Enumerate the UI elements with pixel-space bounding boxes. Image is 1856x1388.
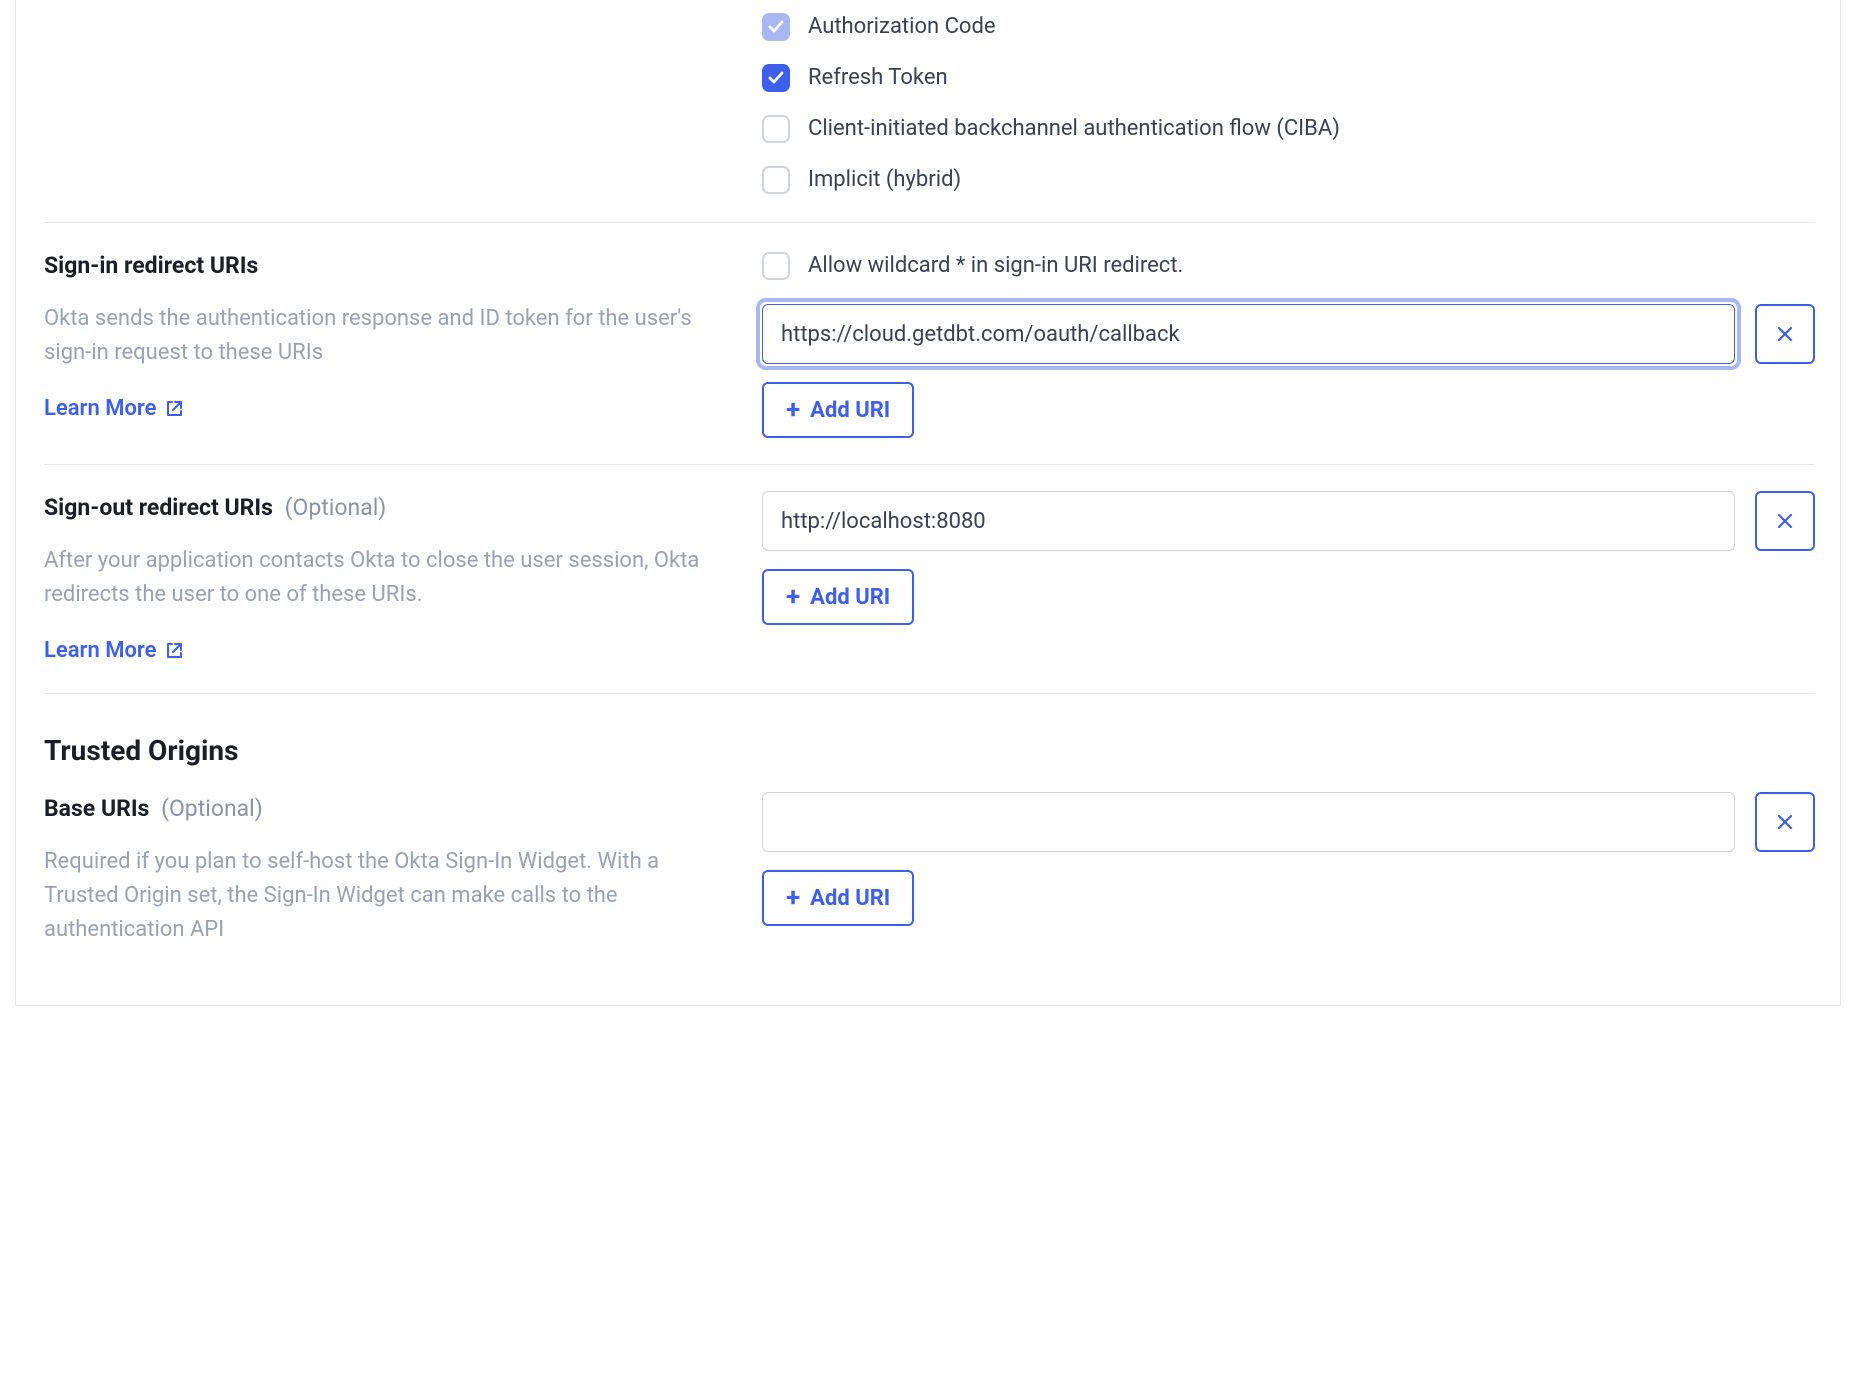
add-uri-label: Add URI <box>810 398 890 423</box>
signout-redirect-desc: After your application contacts Okta to … <box>44 544 732 612</box>
signin-add-uri-button[interactable]: + Add URI <box>762 382 914 438</box>
learn-more-label: Learn More <box>44 392 156 425</box>
base-uris-desc: Required if you plan to self-host the Ok… <box>44 845 732 947</box>
signin-redirect-title: Sign-in redirect URIs <box>44 249 732 284</box>
signin-learn-more-link[interactable]: Learn More <box>44 392 183 425</box>
signout-title-text: Sign-out redirect URIs <box>44 494 273 521</box>
checkbox-empty-icon <box>762 252 790 280</box>
grant-type-label: Refresh Token <box>808 61 948 94</box>
optional-label: (Optional) <box>161 795 263 822</box>
wildcard-label: Allow wildcard * in sign-in URI redirect… <box>808 249 1183 282</box>
checkbox-empty-icon <box>762 166 790 194</box>
signout-redirect-title: Sign-out redirect URIs (Optional) <box>44 491 732 526</box>
signout-uri-input[interactable] <box>762 491 1735 551</box>
base-uris-title-text: Base URIs <box>44 795 149 822</box>
add-uri-label: Add URI <box>810 886 890 911</box>
trusted-origins-heading: Trusted Origins <box>44 730 1785 772</box>
signout-uri-delete-button[interactable] <box>1755 491 1815 551</box>
grant-type-refresh-token[interactable]: Refresh Token <box>762 61 1815 94</box>
plus-icon: + <box>786 584 800 610</box>
grant-type-label: Client-initiated backchannel authenticat… <box>808 112 1340 145</box>
learn-more-label: Learn More <box>44 634 156 667</box>
signout-learn-more-link[interactable]: Learn More <box>44 634 183 667</box>
plus-icon: + <box>786 397 800 423</box>
external-link-icon <box>166 642 183 659</box>
grant-type-label: Implicit (hybrid) <box>808 163 961 196</box>
wildcard-checkbox[interactable]: Allow wildcard * in sign-in URI redirect… <box>762 249 1815 282</box>
base-uri-input[interactable] <box>762 792 1735 852</box>
checkbox-empty-icon <box>762 115 790 143</box>
close-icon <box>1776 813 1794 831</box>
optional-label: (Optional) <box>285 494 387 521</box>
close-icon <box>1776 325 1794 343</box>
base-uris-title: Base URIs (Optional) <box>44 792 732 827</box>
grant-type-ciba[interactable]: Client-initiated backchannel authenticat… <box>762 112 1815 145</box>
signin-uri-delete-button[interactable] <box>1755 304 1815 364</box>
add-uri-label: Add URI <box>810 585 890 610</box>
external-link-icon <box>166 400 183 417</box>
signout-add-uri-button[interactable]: + Add URI <box>762 569 914 625</box>
grant-type-implicit[interactable]: Implicit (hybrid) <box>762 163 1815 196</box>
plus-icon: + <box>786 885 800 911</box>
base-add-uri-button[interactable]: + Add URI <box>762 870 914 926</box>
grant-type-authorization-code[interactable]: Authorization Code <box>762 10 1815 43</box>
checkbox-checked-icon <box>762 64 790 92</box>
grant-type-label: Authorization Code <box>808 10 996 43</box>
base-uri-delete-button[interactable] <box>1755 792 1815 852</box>
close-icon <box>1776 512 1794 530</box>
signin-uri-input[interactable] <box>762 304 1735 364</box>
checkbox-checked-disabled-icon <box>762 13 790 41</box>
grant-types-list: Authorization Code Refresh Token Client-… <box>762 10 1815 196</box>
signin-redirect-desc: Okta sends the authentication response a… <box>44 302 732 370</box>
